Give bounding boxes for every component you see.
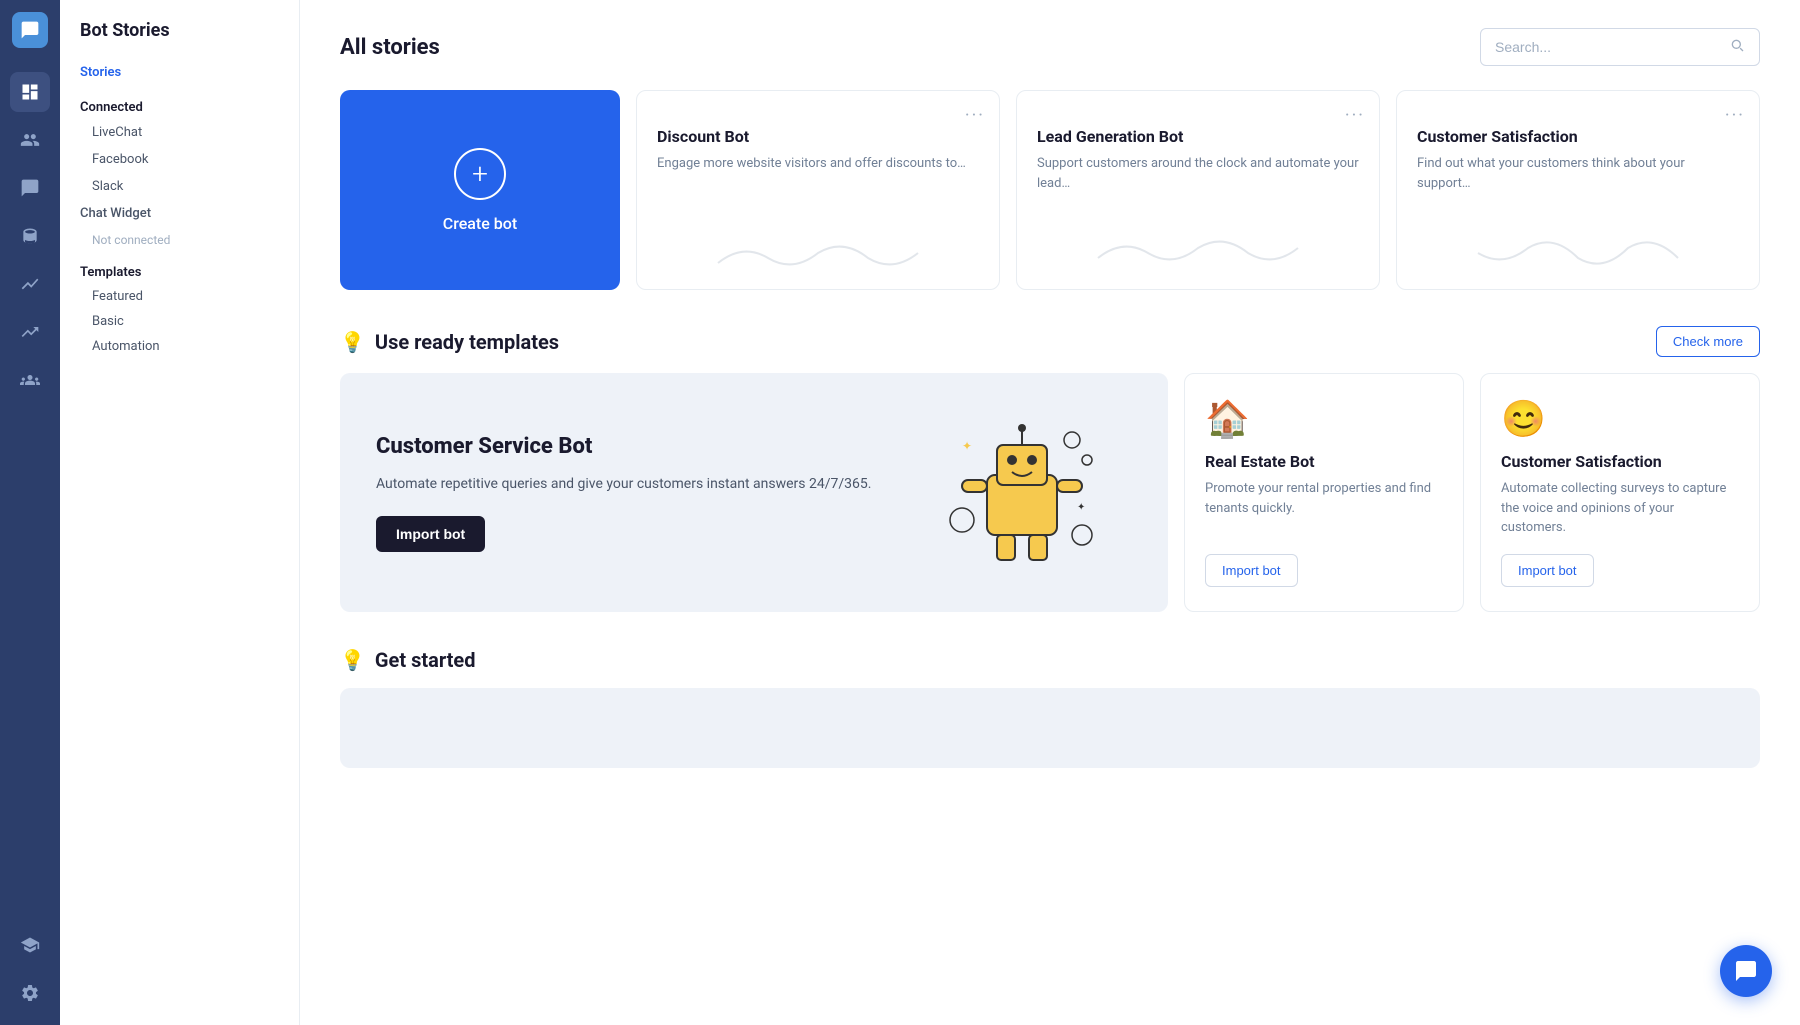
nav-sidebar-title: Bot Stories xyxy=(60,20,299,57)
real-estate-template-card[interactable]: 🏠 Real Estate Bot Promote your rental pr… xyxy=(1184,373,1464,612)
templates-grid: Customer Service Bot Automate repetitive… xyxy=(340,373,1760,612)
real-estate-icon: 🏠 xyxy=(1205,398,1443,440)
main-header: All stories xyxy=(340,28,1760,66)
nav-icon-analytics[interactable] xyxy=(10,264,50,304)
nav-item-featured[interactable]: Featured xyxy=(60,284,299,309)
get-started-bulb-icon: 💡 xyxy=(340,648,365,672)
check-more-button[interactable]: Check more xyxy=(1656,326,1760,357)
bot-card-customer-sat-desc: Find out what your customers think about… xyxy=(1417,154,1739,193)
create-bot-plus-icon: + xyxy=(454,148,506,200)
bot-card-lead-gen-wave xyxy=(1037,205,1359,273)
featured-template-card[interactable]: Customer Service Bot Automate repetitive… xyxy=(340,373,1168,612)
nav-icon-users[interactable] xyxy=(10,120,50,160)
nav-item-facebook[interactable]: Facebook xyxy=(60,146,299,173)
create-bot-label: Create bot xyxy=(443,214,517,233)
featured-import-bot-button[interactable]: Import bot xyxy=(376,516,485,552)
get-started-header: 💡 Get started xyxy=(340,648,1760,672)
nav-icon-chat[interactable] xyxy=(10,168,50,208)
nav-chat-widget-label[interactable]: Chat Widget xyxy=(60,200,299,227)
nav-icon-dashboard[interactable] xyxy=(10,72,50,112)
nav-icon-education[interactable] xyxy=(10,925,50,965)
nav-item-basic[interactable]: Basic xyxy=(60,309,299,334)
templates-section: 💡 Use ready templates Check more Custome… xyxy=(340,326,1760,612)
bot-card-customer-sat-wave xyxy=(1417,205,1739,273)
customer-sat-template-title: Customer Satisfaction xyxy=(1501,452,1739,471)
nav-not-connected-label: Not connected xyxy=(60,227,299,253)
bot-card-discount-title: Discount Bot xyxy=(657,127,979,146)
nav-item-automation[interactable]: Automation xyxy=(60,334,299,359)
nav-templates-label: Templates xyxy=(60,253,299,284)
svg-text:✦: ✦ xyxy=(1077,502,1085,513)
customer-sat-template-card[interactable]: 😊 Customer Satisfaction Automate collect… xyxy=(1480,373,1760,612)
real-estate-import-button[interactable]: Import bot xyxy=(1205,554,1298,587)
bot-card-customer-sat-title: Customer Satisfaction xyxy=(1417,127,1739,146)
bot-card-menu-customer-sat[interactable]: ··· xyxy=(1725,105,1745,126)
featured-card-desc: Automate repetitive queries and give you… xyxy=(376,473,912,495)
customer-sat-import-button[interactable]: Import bot xyxy=(1501,554,1594,587)
real-estate-title: Real Estate Bot xyxy=(1205,452,1443,471)
bot-card-lead-gen-desc: Support customers around the clock and a… xyxy=(1037,154,1359,193)
bot-card-discount-desc: Engage more website visitors and offer d… xyxy=(657,154,979,174)
templates-section-title: Use ready templates xyxy=(375,330,559,354)
svg-text:✦: ✦ xyxy=(962,439,972,453)
bot-card-discount-wave xyxy=(657,186,979,274)
nav-icon-settings[interactable] xyxy=(10,973,50,1013)
main-content: All stories + Create bot ··· Discount Bo… xyxy=(300,0,1800,1025)
get-started-card[interactable] xyxy=(340,688,1760,768)
get-started-title: Get started xyxy=(375,648,476,672)
search-input[interactable] xyxy=(1495,39,1729,55)
nav-stories-label[interactable]: Stories xyxy=(60,57,299,88)
stories-cards-grid: + Create bot ··· Discount Bot Engage mor… xyxy=(340,90,1760,290)
app-logo[interactable] xyxy=(12,12,48,48)
all-stories-title: All stories xyxy=(340,35,440,60)
search-bar xyxy=(1480,28,1760,66)
templates-title-row: 💡 Use ready templates xyxy=(340,330,559,354)
nav-connected-label: Connected xyxy=(60,88,299,119)
nav-item-slack[interactable]: Slack xyxy=(60,173,299,200)
bot-card-menu-discount[interactable]: ··· xyxy=(965,105,985,126)
customer-sat-template-desc: Automate collecting surveys to capture t… xyxy=(1501,479,1739,538)
bot-card-menu-lead-gen[interactable]: ··· xyxy=(1345,105,1365,126)
get-started-section: 💡 Get started xyxy=(340,648,1760,768)
real-estate-desc: Promote your rental properties and find … xyxy=(1205,479,1443,538)
nav-icon-database[interactable] xyxy=(10,216,50,256)
nav-sidebar: Bot Stories Stories Connected LiveChat F… xyxy=(60,0,300,1025)
chat-widget-button[interactable] xyxy=(1720,945,1772,997)
bot-card-discount[interactable]: ··· Discount Bot Engage more website vis… xyxy=(636,90,1000,290)
nav-icon-team[interactable] xyxy=(10,360,50,400)
templates-header: 💡 Use ready templates Check more xyxy=(340,326,1760,357)
featured-card-content: Customer Service Bot Automate repetitive… xyxy=(376,433,912,552)
bot-card-lead-gen[interactable]: ··· Lead Generation Bot Support customer… xyxy=(1016,90,1380,290)
bot-card-customer-sat[interactable]: ··· Customer Satisfaction Find out what … xyxy=(1396,90,1760,290)
search-icon xyxy=(1729,37,1745,57)
icon-sidebar xyxy=(0,0,60,1025)
bulb-icon: 💡 xyxy=(340,330,365,354)
featured-card-title: Customer Service Bot xyxy=(376,433,912,462)
create-bot-card[interactable]: + Create bot xyxy=(340,90,620,290)
featured-illustration: ✦ ✦ xyxy=(932,410,1132,574)
nav-item-livechat[interactable]: LiveChat xyxy=(60,119,299,146)
customer-sat-icon: 😊 xyxy=(1501,398,1739,440)
bot-card-lead-gen-title: Lead Generation Bot xyxy=(1037,127,1359,146)
nav-icon-growth[interactable] xyxy=(10,312,50,352)
